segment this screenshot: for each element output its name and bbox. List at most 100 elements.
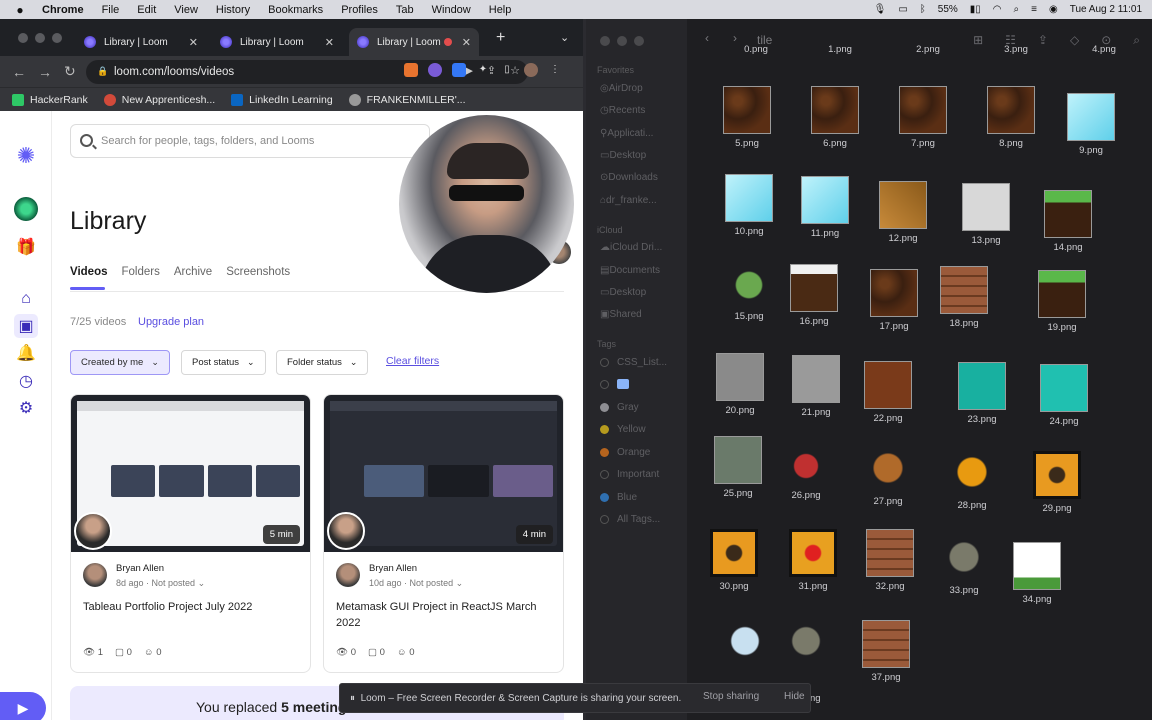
microphone-icon[interactable]: 🎙 — [874, 4, 887, 15]
share-icon[interactable]: ⇪ — [1038, 33, 1048, 48]
sidebar-item-documents[interactable]: ▤ Documents — [600, 265, 660, 276]
file-item[interactable]: 21.png — [792, 355, 840, 418]
sidebar-item-icloud-drive[interactable]: ☁ iCloud Dri... — [600, 242, 662, 253]
search-input[interactable]: Search for people, tags, folders, and Lo… — [70, 124, 430, 158]
file-item[interactable]: 19.png — [1038, 270, 1086, 333]
sidebar-item-airdrop[interactable]: ◎ AirDrop — [600, 83, 643, 94]
filter-post-status[interactable]: Post status ⌄ — [181, 350, 266, 375]
tag-icon[interactable]: ◇ — [1070, 33, 1079, 48]
file-item[interactable]: 37.png — [862, 620, 910, 683]
file-item[interactable]: 10.png — [725, 174, 773, 237]
file-item[interactable] — [722, 618, 768, 668]
tab-search-icon[interactable]: ⌄ — [560, 31, 569, 44]
tab-folders[interactable]: Folders — [122, 266, 160, 278]
file-item[interactable]: 13.png — [962, 183, 1010, 246]
file-item[interactable]: 1.png — [822, 44, 858, 55]
tab-archive[interactable]: Archive — [174, 266, 212, 278]
back-icon[interactable]: ‹ — [705, 31, 709, 45]
forward-icon[interactable]: → — [38, 64, 52, 80]
file-item[interactable]: 34.png — [1013, 542, 1061, 605]
tag-all[interactable]: All Tags... — [600, 514, 660, 525]
menu-file[interactable]: File — [102, 4, 120, 16]
file-item[interactable]: 11.png — [801, 176, 849, 239]
file-item[interactable]: 31.png — [789, 529, 837, 592]
back-icon[interactable]: ← — [12, 64, 26, 80]
sidebar-item-applications[interactable]: ⚲ Applicati... — [600, 128, 653, 139]
file-item[interactable]: 22.png — [864, 361, 912, 424]
settings-gear-icon[interactable]: ⚙ — [14, 396, 38, 420]
workspace-icon[interactable] — [14, 197, 38, 221]
clear-filters-link[interactable]: Clear filters — [386, 355, 439, 367]
control-center-icon[interactable]: ≡ — [1031, 4, 1037, 15]
siri-icon[interactable]: ◉ — [1049, 4, 1058, 15]
record-camera-button[interactable]: ▶ — [0, 692, 46, 720]
side-panel-icon[interactable]: ▯ — [500, 63, 514, 77]
loom-logo-icon[interactable]: ✺ — [14, 143, 38, 168]
browser-tab-2[interactable]: Library | Loom ✕ — [212, 28, 342, 56]
tag-yellow[interactable]: Yellow — [600, 424, 646, 435]
sidebar-item-downloads[interactable]: ⊙ Downloads — [600, 172, 658, 183]
extension-loom-icon[interactable] — [428, 63, 442, 77]
loom-camera-bubble[interactable] — [399, 115, 574, 293]
tag-important[interactable]: Important — [600, 469, 659, 480]
post-status-dropdown[interactable]: Not posted — [152, 578, 196, 588]
sidebar-item-home[interactable]: ⌂ dr_franke... — [600, 195, 657, 206]
video-title[interactable]: Metamask GUI Project in ReactJS March 20… — [336, 599, 549, 631]
browser-tab-1[interactable]: Library | Loom ✕ — [76, 28, 206, 56]
browser-tab-3-active[interactable]: Library | Loom ✕ — [349, 28, 479, 56]
search-icon[interactable]: ⌕ — [1133, 33, 1140, 48]
battery-icon[interactable]: ▮▯ — [970, 4, 981, 15]
stop-sharing-button[interactable]: Stop sharing — [703, 691, 759, 702]
file-item[interactable]: 9.png — [1067, 93, 1115, 156]
menu-tab[interactable]: Tab — [396, 4, 414, 16]
sidebar-item-recents[interactable]: ◷ Recents — [600, 105, 645, 116]
tag-gray[interactable]: Gray — [600, 402, 639, 413]
search-icon[interactable]: ⌕ — [1014, 4, 1020, 15]
tab-videos[interactable]: Videos — [70, 266, 108, 278]
file-item[interactable]: 16.png — [790, 264, 838, 327]
author-name[interactable]: Bryan Allen — [369, 563, 463, 574]
menu-bookmarks[interactable]: Bookmarks — [268, 4, 323, 16]
video-card[interactable]: 5 min Bryan Allen 8d ago · Not posted ⌄ … — [70, 394, 311, 673]
notifications-bell-icon[interactable]: 🔔 — [14, 341, 38, 365]
menu-kebab-icon[interactable]: ⋮ — [548, 63, 562, 77]
profile-avatar[interactable] — [524, 63, 538, 77]
file-item[interactable]: 6.png — [811, 86, 859, 149]
post-status-dropdown[interactable]: Not posted — [410, 578, 454, 588]
forward-icon[interactable]: › — [733, 31, 737, 45]
bookmark-linkedin-learning[interactable]: LinkedIn Learning — [231, 93, 333, 106]
video-thumbnail[interactable]: 5 min — [71, 395, 310, 552]
bookmark-hackerrank[interactable]: HackerRank — [12, 93, 88, 106]
icon-view-icon[interactable]: ⊞ — [973, 33, 983, 48]
menu-history[interactable]: History — [216, 4, 250, 16]
close-tab-icon[interactable]: ✕ — [325, 36, 334, 49]
file-item[interactable]: 5.png — [723, 86, 771, 149]
tag-blue[interactable]: Blue — [600, 492, 637, 503]
upgrade-plan-link[interactable]: Upgrade plan — [138, 316, 204, 328]
avatar[interactable] — [336, 563, 360, 587]
avatar[interactable] — [83, 563, 107, 587]
apple-icon[interactable]: ● — [14, 3, 26, 17]
menu-help[interactable]: Help — [489, 4, 512, 16]
file-item[interactable]: 20.png — [716, 353, 764, 416]
window-controls[interactable] — [600, 36, 644, 46]
bluetooth-icon[interactable]: ᛒ — [920, 4, 926, 15]
file-item[interactable]: 26.png — [786, 446, 826, 501]
file-item[interactable]: 23.png — [958, 362, 1006, 425]
file-item[interactable]: 14.png — [1044, 190, 1092, 253]
gift-icon[interactable]: 🎁 — [14, 235, 38, 259]
extension-screen-icon[interactable] — [452, 63, 466, 77]
file-item[interactable]: 17.png — [870, 269, 918, 332]
tab-screenshots[interactable]: Screenshots — [226, 266, 290, 278]
wifi-icon[interactable]: ◠ — [993, 4, 1002, 15]
file-item[interactable]: 28.png — [948, 448, 996, 511]
file-item[interactable]: 3.png — [998, 44, 1034, 55]
extension-fox-icon[interactable] — [404, 63, 418, 77]
lock-icon[interactable]: 🔒 — [97, 66, 108, 77]
watch-later-clock-icon[interactable]: ◷ — [14, 369, 38, 393]
close-tab-icon[interactable]: ✕ — [189, 36, 198, 49]
file-item[interactable]: 27.png — [864, 444, 912, 507]
filter-folder-status[interactable]: Folder status ⌄ — [276, 350, 369, 375]
file-item[interactable]: 0.png — [738, 44, 774, 55]
library-icon[interactable]: ▣ — [14, 314, 38, 338]
